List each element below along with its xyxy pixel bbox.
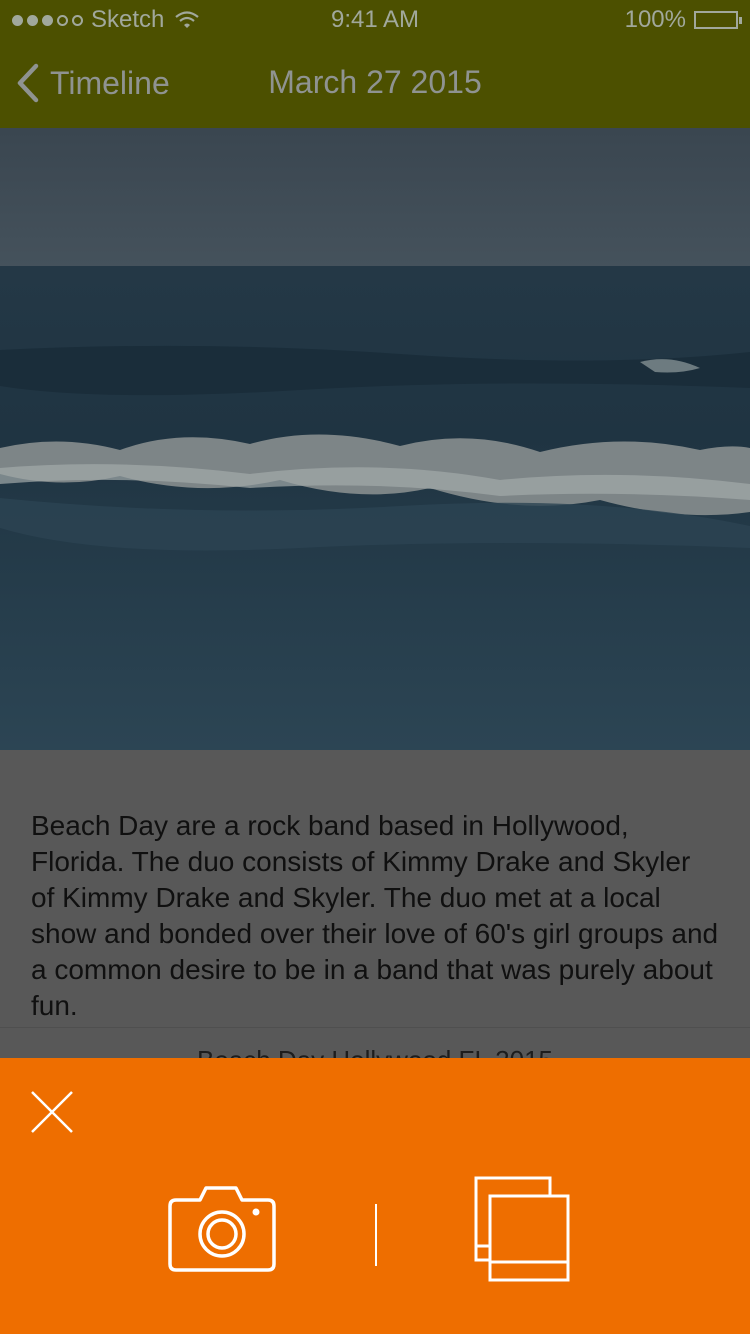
- close-icon: [31, 1091, 73, 1133]
- media-action-sheet: [0, 1058, 750, 1334]
- button-separator: [375, 1204, 377, 1266]
- entry-photo[interactable]: [0, 128, 750, 750]
- page-title: March 27 2015: [268, 64, 482, 100]
- close-button[interactable]: [26, 1086, 78, 1138]
- photo-stack-icon: [474, 1176, 570, 1282]
- entry-content: Beach Day are a rock band based in Holly…: [0, 750, 750, 1058]
- battery-icon: [694, 11, 742, 29]
- ocean-waves-photo: [0, 128, 750, 750]
- choose-from-library-button[interactable]: [470, 1176, 574, 1284]
- status-bar: Sketch 9:41 AM 100%: [0, 0, 750, 40]
- battery-percentage: 100%: [624, 6, 686, 33]
- status-right: 100%: [624, 6, 742, 34]
- divider: [0, 1027, 750, 1028]
- entry-description: Beach Day are a rock band based in Holly…: [31, 810, 719, 1021]
- take-photo-button[interactable]: [164, 1186, 280, 1274]
- camera-icon: [168, 1186, 276, 1272]
- entry-footer-peek: Beach Day Hollywood FL 2015: [0, 1043, 750, 1058]
